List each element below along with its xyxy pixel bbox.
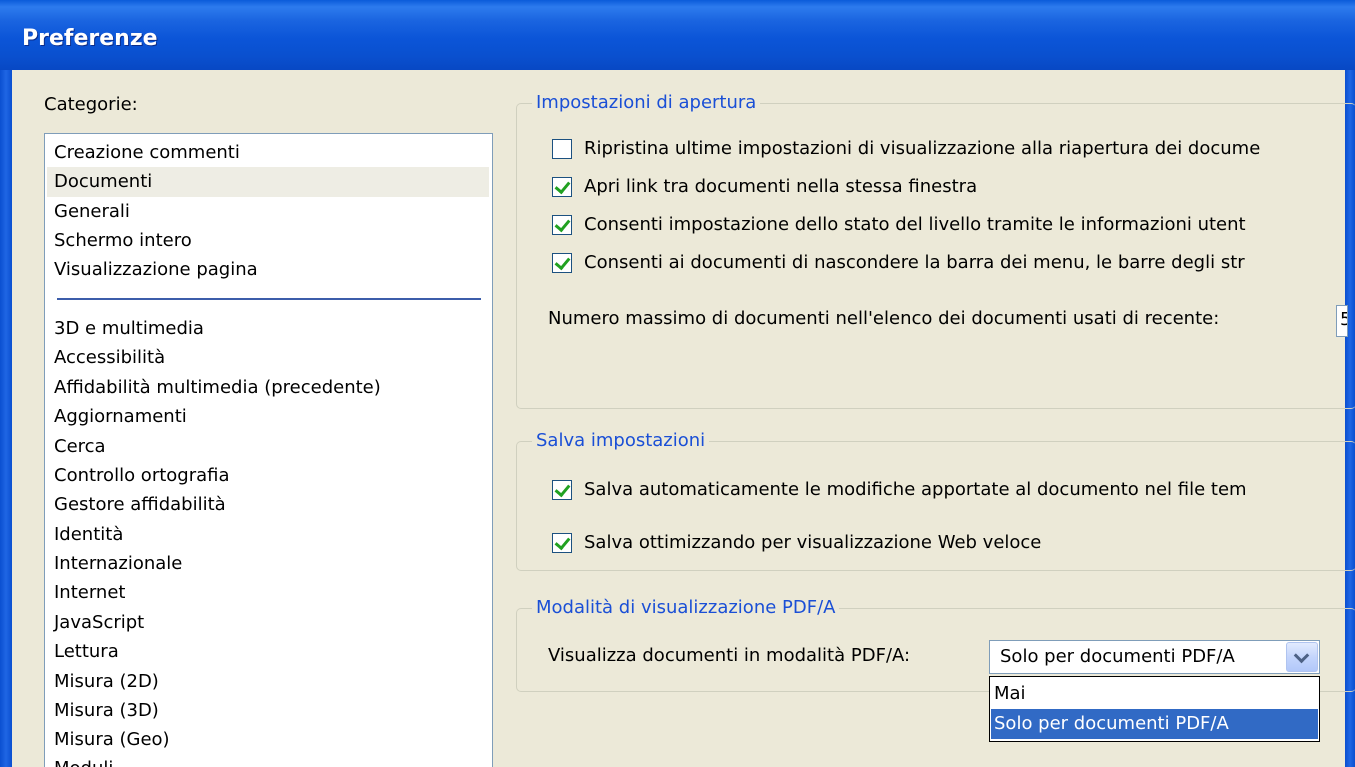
pdfa-mode-dropdown: Mai Solo per documenti PDF/A bbox=[989, 676, 1320, 742]
pdfa-mode-value: Solo per documenti PDF/A bbox=[1000, 646, 1235, 667]
chevron-down-icon[interactable] bbox=[1286, 642, 1318, 672]
hide-menu-bar-label[interactable]: Consenti ai documenti di nascondere la b… bbox=[584, 252, 1245, 273]
category-item-lettura[interactable]: Lettura bbox=[54, 641, 119, 662]
category-item-misura-3d[interactable]: Misura (3D) bbox=[54, 700, 159, 721]
open-links-label[interactable]: Apri link tra documenti nella stessa fin… bbox=[584, 176, 977, 197]
category-item-affidabilita-multimedia[interactable]: Affidabilità multimedia (precedente) bbox=[54, 377, 381, 398]
category-item-cerca[interactable]: Cerca bbox=[54, 436, 106, 457]
category-item-creazione-commenti[interactable]: Creazione commenti bbox=[54, 142, 240, 163]
category-item-generali[interactable]: Generali bbox=[54, 201, 130, 222]
pdfa-title: Modalità di visualizzazione PDF/A bbox=[532, 597, 840, 618]
category-item-gestore-affidabilita[interactable]: Gestore affidabilità bbox=[54, 494, 226, 515]
category-item-internazionale[interactable]: Internazionale bbox=[54, 553, 182, 574]
category-item-moduli[interactable]: Moduli bbox=[54, 758, 113, 767]
categories-list[interactable]: Creazione commenti Documenti Generali Sc… bbox=[44, 133, 493, 767]
fast-web-view-label[interactable]: Salva ottimizzando per visualizzazione W… bbox=[584, 532, 1041, 553]
category-item-visualizzazione-pagina[interactable]: Visualizzazione pagina bbox=[54, 259, 258, 280]
window-title: Preferenze bbox=[22, 26, 158, 51]
restore-view-checkbox[interactable] bbox=[552, 139, 572, 159]
recent-docs-label: Numero massimo di documenti nell'elenco … bbox=[548, 308, 1220, 329]
category-item-identita[interactable]: Identità bbox=[54, 524, 123, 545]
category-item-controllo-ortografia[interactable]: Controllo ortografia bbox=[54, 465, 230, 486]
pdfa-option-solo-pdfa[interactable]: Solo per documenti PDF/A bbox=[991, 709, 1318, 739]
restore-view-label[interactable]: Ripristina ultime impostazioni di visual… bbox=[584, 138, 1260, 159]
auto-save-checkbox[interactable] bbox=[552, 480, 572, 500]
category-item-schermo-intero[interactable]: Schermo intero bbox=[54, 230, 192, 251]
category-item-misura-geo[interactable]: Misura (Geo) bbox=[54, 729, 170, 750]
layer-state-label[interactable]: Consenti impostazione dello stato del li… bbox=[584, 214, 1246, 235]
category-item-accessibilita[interactable]: Accessibilità bbox=[54, 347, 165, 368]
pdfa-option-mai[interactable]: Mai bbox=[991, 679, 1318, 709]
recent-docs-value: 5 bbox=[1340, 309, 1347, 330]
category-item-misura-2d[interactable]: Misura (2D) bbox=[54, 671, 159, 692]
category-item-documenti[interactable]: Documenti bbox=[54, 171, 152, 192]
category-separator bbox=[57, 298, 481, 300]
category-item-3d-multimedia[interactable]: 3D e multimedia bbox=[54, 318, 204, 339]
recent-docs-input[interactable]: 5 bbox=[1336, 305, 1348, 337]
category-item-aggiornamenti[interactable]: Aggiornamenti bbox=[54, 406, 187, 427]
categories-label: Categorie: bbox=[44, 94, 138, 115]
save-settings-title: Salva impostazioni bbox=[532, 430, 710, 451]
layer-state-checkbox[interactable] bbox=[552, 215, 572, 235]
window-frame-left bbox=[0, 70, 12, 767]
auto-save-label[interactable]: Salva automaticamente le modifiche appor… bbox=[584, 479, 1247, 500]
hide-menu-bar-checkbox[interactable] bbox=[552, 253, 572, 273]
fast-web-view-checkbox[interactable] bbox=[552, 533, 572, 553]
category-item-internet[interactable]: Internet bbox=[54, 582, 125, 603]
category-item-javascript[interactable]: JavaScript bbox=[54, 612, 144, 633]
open-links-checkbox[interactable] bbox=[552, 177, 572, 197]
open-settings-title: Impostazioni di apertura bbox=[532, 92, 761, 113]
pdfa-mode-label: Visualizza documenti in modalità PDF/A: bbox=[548, 645, 911, 666]
title-bar: Preferenze bbox=[0, 0, 1355, 70]
pdfa-mode-select[interactable]: Solo per documenti PDF/A bbox=[989, 640, 1320, 674]
